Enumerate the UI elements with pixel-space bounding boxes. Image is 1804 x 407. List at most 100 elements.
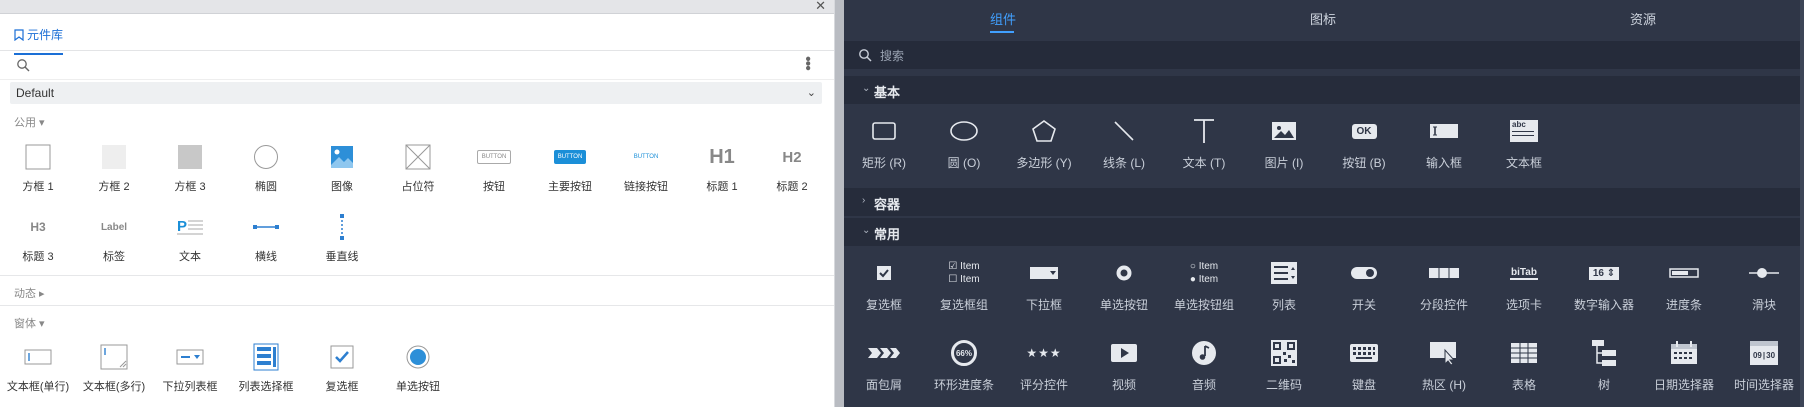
library-item[interactable]: 方框 3 [152, 140, 228, 194]
text-icon: P [177, 218, 203, 235]
section-dynamic[interactable]: 动态 ▸ [14, 285, 45, 301]
library-item[interactable]: P 文本 [152, 210, 228, 264]
component-item[interactable]: OK 按钮 (B) [1324, 114, 1404, 171]
checkbox-group-icon: ☑ Item [948, 261, 980, 272]
component-item[interactable]: 表格 [1484, 336, 1564, 393]
input-icon [1430, 124, 1458, 138]
library-item[interactable]: 方框 1 [0, 140, 76, 194]
rectangle-icon [872, 122, 896, 140]
component-item[interactable]: 音频 [1164, 336, 1244, 393]
tab-resources[interactable]: 资源 [1630, 9, 1656, 28]
ellipse-icon [254, 145, 278, 169]
bookmark-icon [14, 28, 24, 41]
component-item[interactable]: 二维码 [1244, 336, 1324, 393]
library-item[interactable]: 椭圆 [228, 140, 304, 194]
library-search-bar[interactable]: ••• [0, 51, 834, 80]
component-item[interactable]: 复选框 [844, 256, 924, 313]
component-item[interactable]: 下拉框 [1004, 256, 1084, 313]
scrollbar[interactable] [1800, 0, 1804, 407]
chevron-down-icon: ⌄ [862, 225, 871, 236]
component-item[interactable]: 矩形 (R) [844, 114, 924, 171]
component-item[interactable]: abc 文本框 [1484, 114, 1564, 171]
close-icon[interactable]: ✕ [815, 0, 826, 13]
component-item[interactable]: 日期选择器 [1644, 336, 1724, 393]
image-icon [1272, 122, 1296, 140]
library-select[interactable]: Default ⌄ [10, 82, 822, 104]
date-picker-icon [1671, 341, 1697, 364]
number-stepper-icon: 16 ⇕ [1588, 266, 1620, 280]
library-item[interactable]: H2 标题 2 [754, 140, 830, 194]
component-item[interactable]: 09 | 30 时间选择器 [1724, 336, 1804, 393]
library-item[interactable]: 方框 2 [76, 140, 152, 194]
component-item[interactable]: 66% 环形进度条 [924, 336, 1004, 393]
component-item[interactable]: 输入框 [1404, 114, 1484, 171]
component-item[interactable]: 多边形 (Y) [1004, 114, 1084, 171]
time-picker-icon: 09 | 30 [1750, 341, 1778, 365]
tab-component-library[interactable]: 元件库 [14, 26, 64, 55]
library-item[interactable]: 文本框(单行) [0, 340, 76, 394]
segmented-control-icon [1429, 268, 1459, 278]
component-item[interactable]: 圆 (O) [924, 114, 1004, 171]
component-item[interactable]: 16 ⇕ 数字输入器 [1564, 256, 1644, 313]
component-item[interactable]: ○ Item ● Item 单选按钮组 [1164, 256, 1244, 313]
library-item[interactable]: BUTTON 按钮 [456, 140, 532, 194]
library-item[interactable]: 列表选择框 [228, 340, 304, 394]
library-item[interactable]: 复选框 [304, 340, 380, 394]
list-box-icon [253, 343, 279, 371]
library-item[interactable]: 单选按钮 [380, 340, 456, 394]
library-item[interactable]: 下拉列表框 [152, 340, 228, 394]
component-item[interactable]: 线条 (L) [1084, 114, 1164, 171]
tab-components[interactable]: 组件 [990, 9, 1016, 28]
horizontal-line-icon [253, 225, 279, 229]
component-item[interactable]: 分段控件 [1404, 256, 1484, 313]
library-item[interactable]: BUTTON 链接按钮 [608, 140, 684, 194]
component-item[interactable]: 进度条 [1644, 256, 1724, 313]
box-2-icon [102, 145, 126, 169]
section-form[interactable]: 窗体 ▾ [14, 315, 45, 331]
component-item[interactable]: 树 [1564, 336, 1644, 393]
rating-icon: ★★★ [1026, 346, 1062, 360]
panel-titlebar: ✕ [0, 0, 834, 14]
library-tabs: 元件库 [0, 14, 834, 55]
library-item[interactable]: 垂直线 [304, 210, 380, 264]
component-item[interactable]: ★★★ 评分控件 [1004, 336, 1084, 393]
library-item[interactable]: H3 标题 3 [0, 210, 76, 264]
component-item[interactable]: 文本 (T) [1164, 114, 1244, 171]
primary-button-icon: BUTTON [553, 150, 587, 164]
component-item[interactable]: 面包屑 [844, 336, 924, 393]
library-item[interactable]: 横线 [228, 210, 304, 264]
library-item[interactable]: 图像 [304, 140, 380, 194]
section-container[interactable]: › 容器 [844, 188, 1804, 216]
section-common[interactable]: 公用 ▾ [14, 114, 45, 130]
hotspot-icon [1430, 342, 1456, 365]
component-item[interactable]: 图片 (I) [1244, 114, 1324, 171]
radio-button-icon [406, 345, 430, 369]
component-item[interactable]: 热区 (H) [1404, 336, 1484, 393]
button-icon: BUTTON [476, 150, 512, 164]
component-item[interactable]: ☑ Item ☐ Item 复选框组 [924, 256, 1004, 313]
component-item[interactable]: biTab 选项卡 [1484, 256, 1564, 313]
component-item[interactable]: 滑块 [1724, 256, 1804, 313]
breadcrumb-icon [868, 348, 900, 358]
component-item[interactable]: 列表 [1244, 256, 1324, 313]
component-item[interactable]: 键盘 [1324, 336, 1404, 393]
component-item[interactable]: 单选按钮 [1084, 256, 1164, 313]
component-item[interactable]: 开关 [1324, 256, 1404, 313]
library-item[interactable]: BUTTON 主要按钮 [532, 140, 608, 194]
more-options-icon[interactable]: ••• [798, 56, 816, 70]
library-item[interactable]: Label 标签 [76, 210, 152, 264]
svg-text:P: P [177, 218, 187, 235]
library-item[interactable]: 文本框(多行) [76, 340, 152, 394]
qr-code-icon [1271, 340, 1297, 366]
line-icon [1114, 121, 1134, 141]
library-item[interactable]: 占位符 [380, 140, 456, 194]
vertical-line-icon [340, 214, 344, 240]
section-basic[interactable]: ⌄ 基本 [844, 76, 1804, 104]
component-search-bar[interactable]: 搜索 [844, 41, 1804, 69]
library-item[interactable]: H1 标题 1 [684, 140, 760, 194]
image-icon [331, 146, 353, 168]
component-item[interactable]: 视频 [1084, 336, 1164, 393]
tab-icons[interactable]: 图标 [1310, 9, 1336, 28]
section-common[interactable]: ⌄ 常用 [844, 218, 1804, 246]
slider-icon [1749, 268, 1779, 278]
